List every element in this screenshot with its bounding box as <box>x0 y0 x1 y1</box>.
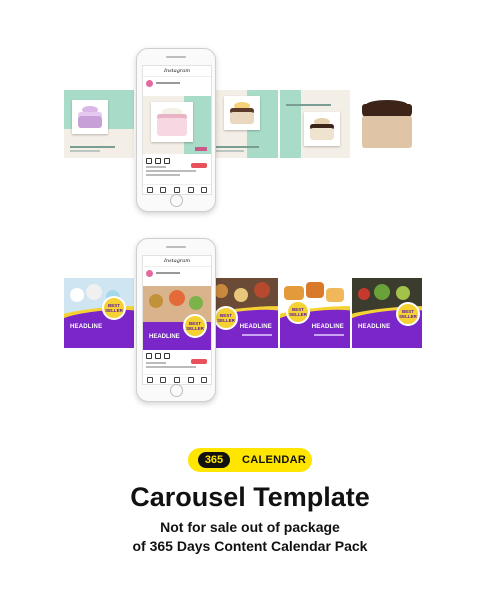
best-seller-badge: BEST SELLER <box>214 306 238 330</box>
food-carousel-slide: BEST SELLER HEADLINE <box>280 278 350 348</box>
cake-photo <box>224 96 260 130</box>
slide-headline: HEADLINE <box>70 324 103 330</box>
slide-headline: HEADLINE <box>311 324 344 330</box>
slide-headline: HEADLINE <box>239 324 272 330</box>
slide-headline: HEADLINE <box>149 334 180 340</box>
food-carousel-slide: BEST SELLER HEADLINE <box>64 278 134 348</box>
instagram-post <box>143 96 211 154</box>
home-button <box>170 384 183 397</box>
badge-word: CALENDAR <box>242 454 307 466</box>
cake-photo <box>72 100 108 134</box>
slide-headline: HEADLINE <box>358 324 391 330</box>
cake-carousel-strip <box>64 90 422 158</box>
instagram-post: BEST SELLER HEADLINE <box>143 286 211 350</box>
best-seller-badge: BEST SELLER <box>286 300 310 324</box>
cake-carousel-slide <box>64 90 134 158</box>
food-carousel-slide: BEST SELLER HEADLINE <box>352 278 422 348</box>
post-actions <box>146 158 170 164</box>
instagram-screen: Instagram BEST SELLER HEADLINE <box>142 255 212 385</box>
cake-photo <box>151 102 193 142</box>
cake-carousel-slide <box>208 90 278 158</box>
post-actions <box>146 353 170 359</box>
phone-mockup: Instagram <box>136 48 216 212</box>
badge-number: 365 <box>198 452 230 468</box>
best-seller-badge: BEST SELLER <box>396 302 420 326</box>
cake-photo <box>304 112 340 146</box>
instagram-logo: Instagram <box>143 256 211 267</box>
bottom-nav <box>143 374 211 384</box>
avatar <box>146 79 153 87</box>
phone-mockup: Instagram BEST SELLER HEADLINE <box>136 238 216 402</box>
cake-carousel-slide <box>352 90 422 158</box>
home-button <box>170 194 183 207</box>
food-carousel-slide: BEST SELLER HEADLINE <box>208 278 278 348</box>
instagram-screen: Instagram <box>142 65 212 195</box>
post-author <box>143 267 211 279</box>
subtitle-line-2: of 365 Days Content Calendar Pack <box>132 538 368 554</box>
best-seller-badge: BEST SELLER <box>183 314 207 338</box>
cake-carousel-slide <box>280 90 350 158</box>
page-title: Carousel Template <box>130 482 370 512</box>
post-author <box>143 77 211 89</box>
avatar <box>146 269 153 277</box>
food-carousel-strip: BEST SELLER HEADLINE BEST SELLER HEADLIN… <box>64 278 422 348</box>
best-seller-badge: BEST SELLER <box>102 296 126 320</box>
instagram-logo: Instagram <box>143 66 211 77</box>
subtitle-line-1: Not for sale out of package <box>160 519 340 535</box>
calendar-badge: 365 CALENDAR <box>188 448 312 472</box>
bottom-nav <box>143 184 211 194</box>
